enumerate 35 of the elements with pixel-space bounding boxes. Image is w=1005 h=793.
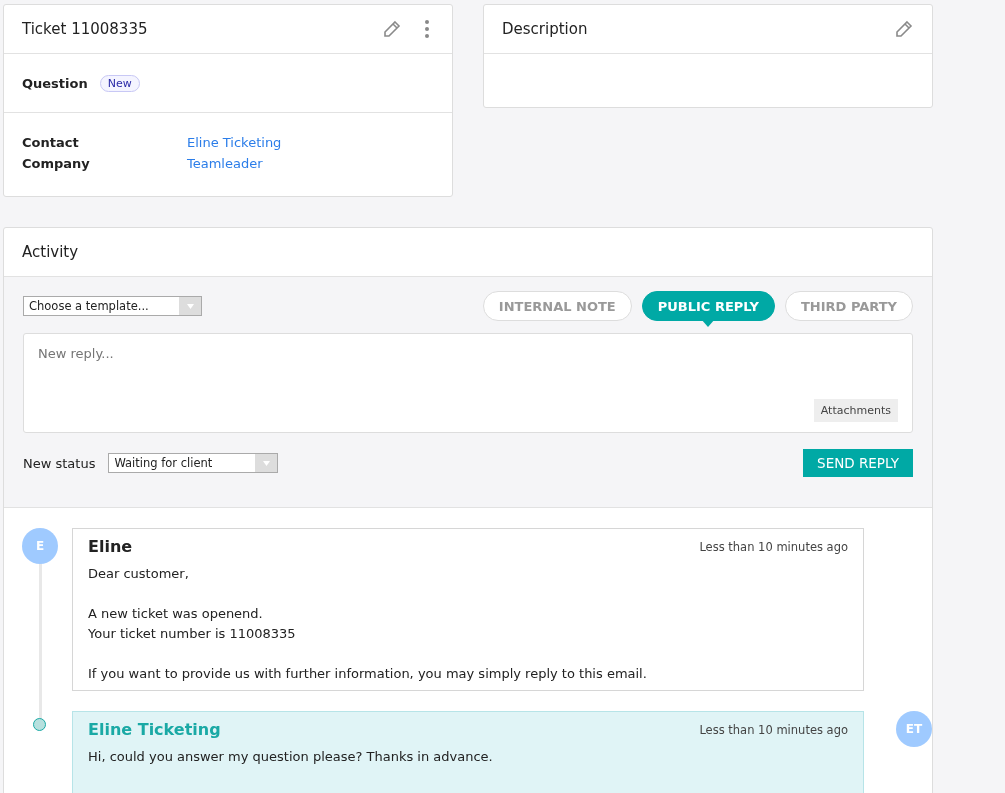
ticket-title: Ticket 11008335 <box>22 20 149 38</box>
status-badge: New <box>99 74 140 92</box>
message-time: Less than 10 minutes ago <box>699 539 848 554</box>
status-label: New status <box>23 455 96 471</box>
message-author: Eline Ticketing <box>88 720 221 739</box>
description-title: Description <box>502 20 589 38</box>
caret-icon <box>262 460 270 466</box>
more-icon[interactable] <box>424 19 430 39</box>
reply-field[interactable]: New reply... Attachments <box>23 333 913 433</box>
field-link[interactable]: Teamleader <box>187 156 434 171</box>
edit-icon[interactable] <box>894 19 914 39</box>
message-time: Less than 10 minutes ago <box>699 722 848 737</box>
message-text: A new ticket was openend. <box>88 605 264 623</box>
ticket-type: Question <box>22 75 88 91</box>
timeline-dot <box>33 718 46 731</box>
avatar: E <box>22 528 58 564</box>
send-reply-button[interactable]: SEND REPLY <box>803 449 913 477</box>
tab-pointer <box>701 319 716 327</box>
message-text: Dear customer, <box>88 565 190 583</box>
message-text: If you want to provide us with further information, you may simply reply to this email. <box>88 665 648 683</box>
activity-title: Activity <box>22 243 80 261</box>
message-text: Your ticket number is 11008335 <box>88 625 297 643</box>
field-label: Contact <box>22 135 80 150</box>
status-dropdown[interactable]: Waiting for client <box>108 453 279 473</box>
message-text: Hi, could you answer my question please? Thanks in advance. <box>88 748 494 766</box>
template-dropdown[interactable]: Choose a template... <box>23 296 202 316</box>
reply-type-tab[interactable]: INTERNAL NOTE <box>482 291 632 321</box>
message-author: Eline <box>88 537 133 556</box>
avatar: ET <box>896 711 932 747</box>
attachments-button[interactable]: Attachments <box>813 399 898 422</box>
field-link[interactable]: Eline Ticketing <box>187 135 434 150</box>
edit-icon[interactable] <box>382 19 402 39</box>
caret-icon <box>186 303 194 309</box>
field-label: Company <box>22 156 91 171</box>
reply-type-tab[interactable]: THIRD PARTY <box>785 291 913 321</box>
